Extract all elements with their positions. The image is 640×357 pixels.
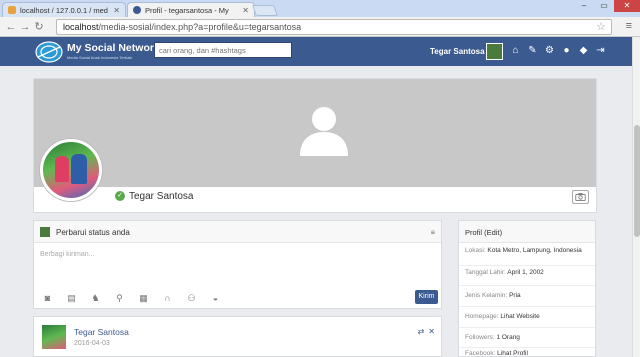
url-path: /media-sosial/index.php?a=profile&u=tega… [98, 22, 302, 32]
status-composer: Perbarui status anda 🔒︎ Berbagi kiriman.… [33, 220, 442, 309]
composer-title: Perbarui status anda [56, 228, 130, 237]
edit-icon[interactable]: ✎ [526, 44, 539, 58]
info-row-birthdate: Tanggal Lahir: April 1, 2002 [465, 269, 544, 276]
header-username[interactable]: Tegar Santosa [430, 47, 485, 56]
settings-icon[interactable]: ⚙ [543, 44, 556, 58]
cover-photo[interactable] [34, 79, 596, 187]
homepage-link[interactable]: Lihat Website [500, 313, 539, 320]
chat-icon[interactable]: ● [560, 44, 573, 58]
bookmark-star-icon[interactable]: ☆ [596, 20, 606, 33]
page-scrollbar[interactable] [632, 37, 640, 357]
attachment-toolbar: ◙ ▤ ♞ ⚲ ▦ ∩ ⚇ ◒ [40, 293, 223, 303]
header-avatar[interactable] [486, 43, 503, 60]
site-header: My Social Network Media Sosial Anak Indo… [0, 37, 632, 66]
submit-post-button[interactable]: Kirim [415, 290, 438, 304]
close-window-icon[interactable]: ✕ [614, 0, 640, 12]
minimize-icon[interactable]: – [574, 0, 594, 12]
browser-tab-profile[interactable]: Profil - tegarsantosa - My ✕ [127, 2, 255, 17]
status-composer-header: Perbarui status anda 🔒︎ [34, 221, 441, 243]
site-logo-icon[interactable] [34, 41, 64, 63]
tab-close-icon[interactable]: ✕ [238, 6, 249, 15]
logout-icon[interactable]: ⇥ [594, 44, 607, 58]
profile-picture[interactable] [40, 139, 102, 201]
browser-tab-bar: localhost / 127.0.0.1 / med ✕ Profil - t… [0, 0, 640, 17]
delete-icon[interactable]: ✕ [428, 327, 435, 336]
profile-info-title[interactable]: Profil (Edit) [459, 221, 595, 243]
tab-title: localhost / 127.0.0.1 / med [20, 5, 108, 15]
phpmyadmin-favicon-icon [8, 6, 16, 14]
tab-title: Profil - tegarsantosa - My [145, 5, 229, 15]
search-input[interactable] [154, 42, 292, 58]
post-author[interactable]: Tegar Santosa [74, 327, 129, 337]
site-tagline: Media Sosial Anak Indonesia Terbaik [67, 55, 133, 60]
header-nav: ⌂ ✎ ⚙ ● ◆ ⇥ [509, 44, 607, 58]
browser-menu-icon[interactable]: ≡ [626, 20, 632, 32]
info-row-location: Lokasi: Kota Metro, Lampung, Indonesia [465, 247, 582, 254]
forward-icon[interactable]: → [18, 21, 32, 33]
window-controls: – ▭ ✕ [574, 0, 640, 12]
food-icon[interactable]: ◒ [208, 293, 223, 303]
url-host: localhost [63, 22, 99, 32]
lock-icon[interactable]: 🔒︎ [431, 227, 435, 237]
post-date[interactable]: 2016-04-03 [74, 340, 110, 347]
composer-avatar [40, 227, 50, 237]
info-row-homepage: Homepage: Lihat Website [465, 313, 540, 320]
post-author-avatar[interactable] [42, 325, 66, 349]
new-tab-button[interactable] [251, 5, 279, 16]
site-title[interactable]: My Social Network [67, 42, 160, 54]
address-bar[interactable]: localhost/media-sosial/index.php?a=profi… [56, 19, 612, 35]
default-user-icon [300, 107, 348, 156]
info-row-gender: Jenis Kelamin: Pria [465, 292, 521, 299]
gamepad-icon[interactable]: ⚇ [184, 293, 199, 303]
headphones-icon[interactable]: ∩ [160, 293, 175, 303]
home-icon[interactable]: ⌂ [509, 44, 522, 58]
profile-info-card: Profil (Edit) Lokasi: Kota Metro, Lampun… [458, 220, 596, 357]
post-card: Tegar Santosa 2016-04-03 ⇄ ✕ [33, 316, 442, 357]
ticket-icon[interactable]: ▤ [64, 293, 79, 303]
reload-icon[interactable]: ↻ [32, 20, 46, 33]
scrollbar-thumb[interactable] [634, 125, 640, 237]
camera-icon [575, 193, 586, 201]
notification-icon[interactable]: ◆ [577, 44, 590, 58]
status-textarea[interactable]: Berbagi kiriman... [40, 251, 94, 258]
game-icon[interactable]: ♞ [88, 293, 103, 303]
film-icon[interactable]: ▦ [136, 293, 151, 303]
tab-close-icon[interactable]: ✕ [109, 6, 120, 15]
post-actions: ⇄ ✕ [414, 327, 435, 336]
info-row-facebook: Facebook: Lihat Profil [465, 350, 528, 357]
share-icon[interactable]: ⇄ [418, 327, 425, 336]
camera-icon[interactable]: ◙ [40, 293, 55, 303]
info-row-followers: Followers: 1 Orang [465, 334, 520, 341]
back-icon[interactable]: ← [4, 21, 18, 33]
browser-tab-phpmyadmin[interactable]: localhost / 127.0.0.1 / med ✕ [2, 2, 126, 17]
profile-card: ✓ Tegar Santosa [33, 78, 597, 213]
profile-name: Tegar Santosa [129, 191, 194, 202]
location-icon[interactable]: ⚲ [112, 293, 127, 303]
maximize-icon[interactable]: ▭ [594, 0, 614, 12]
verified-check-icon: ✓ [115, 191, 125, 201]
browser-toolbar: ← → ↻ localhost/media-sosial/index.php?a… [0, 17, 640, 37]
facebook-link[interactable]: Lihat Profil [497, 350, 528, 357]
change-cover-button[interactable] [572, 190, 589, 204]
site-favicon-icon [133, 6, 141, 14]
